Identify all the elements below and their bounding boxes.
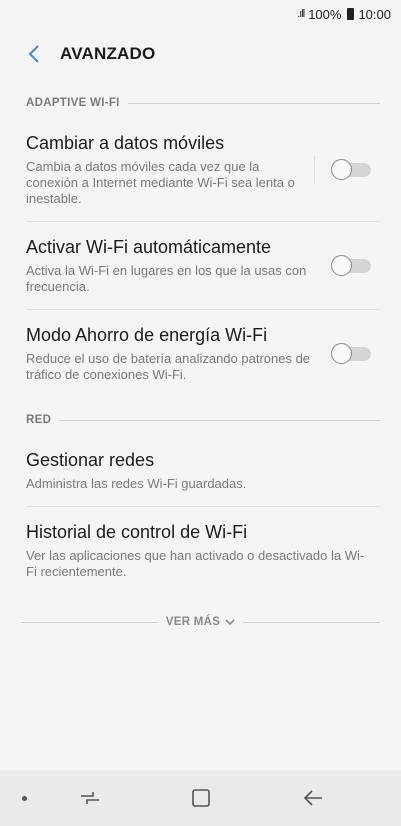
section-label: RED [26,414,52,426]
see-more-label-wrap: VER MÁS [166,616,236,628]
section-header-adaptive-wifi: ADAPTIVE WI-FI [0,88,401,118]
dot-icon [22,796,27,801]
item-title: Historial de control de Wi-Fi [26,522,248,542]
wifi-power-saving-toggle[interactable] [331,342,371,365]
section-divider [127,102,380,104]
home-icon[interactable] [187,784,215,812]
item-description: Activa la Wi-Fi en lugares en los que la… [26,263,307,294]
chevron-left-icon[interactable] [22,42,46,66]
toggle-wrapper [331,342,371,365]
switch-to-mobile-data-item[interactable]: Cambiar a datos móviles Cambia a datos m… [0,118,401,221]
auto-wifi-toggle[interactable] [331,254,371,277]
switch-to-mobile-data-toggle[interactable] [331,158,371,181]
item-title: Activar Wi-Fi automáticamente [26,237,272,257]
page-title: AVANZADO [60,44,156,63]
toggle-wrapper [331,254,371,277]
see-more-button[interactable]: VER MÁS [0,604,401,640]
item-description: Cambia a datos móviles cada vez que la c… [26,159,295,206]
section-header-red: RED [0,405,401,435]
item-title: Modo Ahorro de energía Wi-Fi [26,325,268,345]
back-arrow-icon[interactable] [299,784,327,812]
status-bar: .ıll 100% 10:00 [0,0,401,28]
battery-percent: 100% [308,6,342,22]
wifi-power-saving-item[interactable]: Modo Ahorro de energía Wi-Fi Reduce el u… [0,310,401,397]
vertical-divider [314,155,315,184]
battery-icon [347,8,355,20]
toggle-wrapper [314,155,371,184]
manage-networks-item[interactable]: Gestionar redes Administra las redes Wi-… [0,435,401,506]
see-more-divider-left [21,621,158,623]
item-description: Reduce el uso de batería analizando patr… [26,351,311,382]
section-label: ADAPTIVE WI-FI [26,97,120,109]
navigation-bar [0,770,401,826]
wifi-control-history-item[interactable]: Historial de control de Wi-Fi Ver las ap… [0,507,401,594]
section-divider [59,419,380,421]
item-description: Ver las aplicaciones que han activado o … [26,548,365,579]
clock: 10:00 [358,6,391,22]
item-description: Administra las redes Wi-Fi guardadas. [26,476,247,491]
see-more-divider-right [243,621,380,623]
auto-wifi-item[interactable]: Activar Wi-Fi automáticamente Activa la … [0,222,401,309]
signal-icon: .ıll [297,8,305,20]
item-title: Gestionar redes [26,450,155,470]
see-more-label: VER MÁS [165,616,221,628]
item-title: Cambiar a datos móviles [26,133,225,153]
recent-apps-icon[interactable] [76,784,104,812]
app-header: AVANZADO [0,28,401,80]
chevron-down-icon [225,618,235,625]
